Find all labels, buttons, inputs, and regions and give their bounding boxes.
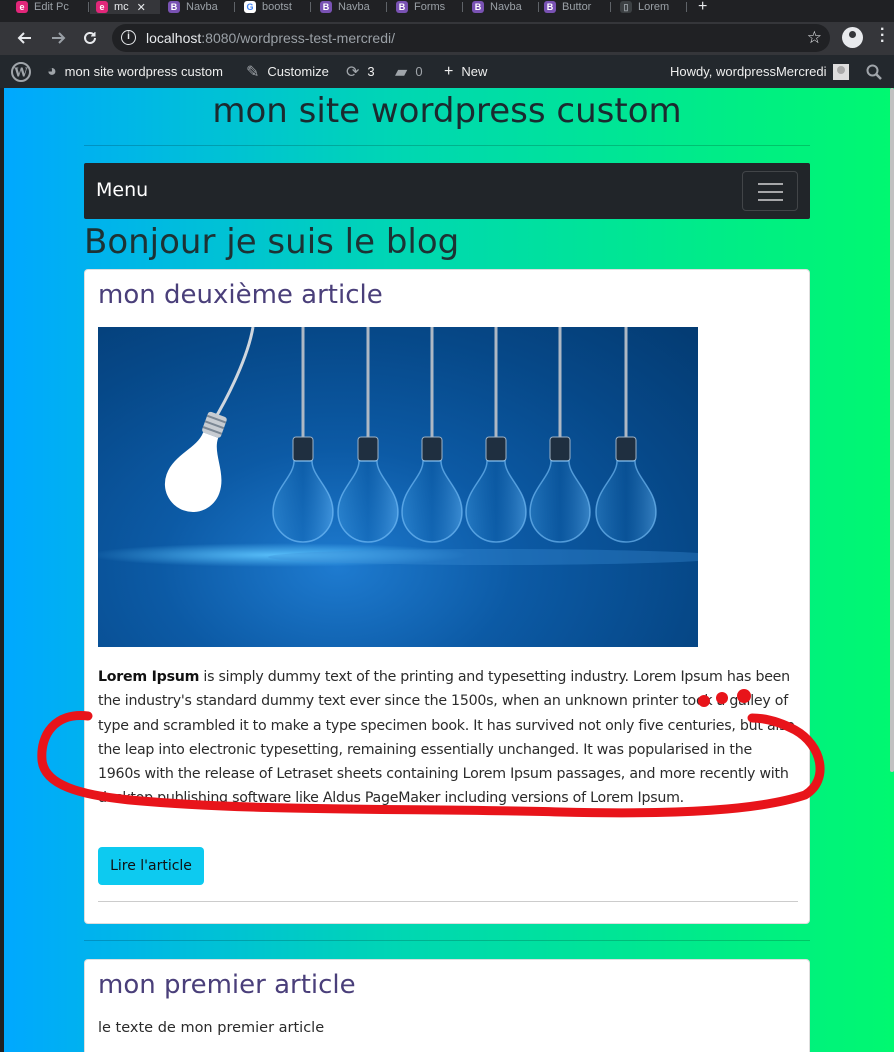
url-path: :8080/wordpress-test-mercredi/ bbox=[201, 30, 396, 46]
tab-label: Navba bbox=[490, 1, 522, 13]
updates-count: 3 bbox=[367, 64, 375, 79]
dashboard-icon: ◕ bbox=[47, 62, 57, 80]
back-arrow-icon[interactable] bbox=[15, 28, 35, 48]
tab-strip: e Edit Pc e mc ✕ B Navba G bootst B Navb… bbox=[0, 0, 894, 22]
post-card: mon deuxième article Lorem Ipsum is simp… bbox=[84, 269, 810, 924]
tab-1[interactable]: e Edit Pc bbox=[16, 0, 86, 14]
browser-toolbar: i localhost:8080/wordpress-test-mercredi… bbox=[0, 22, 894, 55]
tab-5[interactable]: B Navba bbox=[320, 0, 382, 14]
address-bar[interactable]: i localhost:8080/wordpress-test-mercredi… bbox=[112, 24, 830, 52]
post-body: le texte de mon premier article bbox=[98, 1020, 325, 1036]
kebab-menu-icon[interactable]: · · · bbox=[880, 22, 890, 50]
brush-icon: ✎ bbox=[246, 63, 260, 81]
tab-8[interactable]: B Buttor bbox=[544, 0, 606, 14]
tab-label: Lorem bbox=[638, 1, 670, 13]
comment-icon: ▰ bbox=[395, 63, 408, 81]
admin-site-link[interactable]: ◕ mon site wordpress custom bbox=[47, 55, 223, 88]
article-image bbox=[98, 327, 698, 647]
page-icon: ▯ bbox=[620, 1, 632, 13]
comments-link[interactable]: ▰ 0 bbox=[395, 55, 423, 88]
bootstrap-icon: B bbox=[320, 1, 332, 13]
star-icon[interactable]: ☆ bbox=[807, 28, 822, 48]
page-scrollbar[interactable] bbox=[890, 88, 894, 772]
new-label: New bbox=[461, 64, 488, 79]
tab-4[interactable]: G bootst bbox=[244, 0, 306, 14]
tab-2-active[interactable]: e mc ✕ bbox=[90, 0, 160, 14]
admin-site-name: mon site wordpress custom bbox=[64, 64, 223, 79]
google-icon: G bbox=[244, 1, 256, 13]
bootstrap-icon: B bbox=[168, 1, 180, 13]
url-text[interactable]: localhost:8080/wordpress-test-mercredi/ bbox=[146, 30, 395, 46]
post-body: is simply dummy text of the printing and… bbox=[98, 669, 795, 807]
search-icon[interactable] bbox=[866, 55, 882, 88]
plus-icon: + bbox=[698, 0, 708, 14]
user-avatar bbox=[832, 63, 849, 80]
tab-label: Navba bbox=[338, 1, 370, 13]
card-divider bbox=[98, 901, 798, 902]
read-article-button[interactable]: Lire l'article bbox=[98, 847, 204, 885]
reload-icon[interactable] bbox=[80, 28, 100, 48]
post-title[interactable]: mon premier article bbox=[98, 970, 356, 1000]
tab-label: Edit Pc bbox=[34, 1, 69, 13]
account-menu[interactable]: Howdy, wordpressMercredi bbox=[670, 55, 849, 88]
new-tab-button[interactable]: + bbox=[698, 0, 716, 14]
tab-3[interactable]: B Navba bbox=[168, 0, 230, 14]
comments-count: 0 bbox=[415, 64, 423, 79]
post-divider bbox=[84, 940, 810, 941]
bootstrap-icon: B bbox=[472, 1, 484, 13]
close-icon[interactable]: ✕ bbox=[137, 1, 146, 14]
plus-icon: + bbox=[444, 62, 454, 80]
navbar-toggler-button[interactable] bbox=[742, 171, 798, 211]
page-body: mon site wordpress custom Menu Bonjour j… bbox=[4, 88, 894, 1052]
blog-title: Bonjour je suis le blog bbox=[84, 222, 460, 262]
forward-arrow-icon[interactable] bbox=[48, 28, 68, 48]
url-host: localhost bbox=[146, 30, 202, 46]
tab-label: bootst bbox=[262, 1, 292, 13]
navbar: Menu bbox=[84, 163, 810, 219]
elementor-icon: e bbox=[16, 1, 28, 13]
bootstrap-icon: B bbox=[544, 1, 556, 13]
tab-label: Navba bbox=[186, 1, 218, 13]
post-card: mon premier article le texte de mon prem… bbox=[84, 959, 810, 1052]
tab-9[interactable]: ▯ Lorem bbox=[620, 0, 682, 14]
new-content-link[interactable]: + New bbox=[444, 55, 487, 88]
post-title[interactable]: mon deuxième article bbox=[98, 280, 383, 310]
wp-admin-bar: W ◕ mon site wordpress custom ✎ Customiz… bbox=[0, 55, 894, 88]
post-lead-bold: Lorem Ipsum bbox=[98, 669, 200, 685]
tab-label: Buttor bbox=[562, 1, 592, 13]
profile-avatar-icon[interactable] bbox=[842, 27, 863, 48]
svg-text:W: W bbox=[13, 65, 28, 79]
tab-label: mc bbox=[114, 1, 129, 13]
wordpress-logo-icon[interactable]: W bbox=[11, 55, 31, 88]
info-icon[interactable]: i bbox=[121, 30, 136, 45]
customize-link[interactable]: ✎ Customize bbox=[246, 55, 329, 88]
updates-link[interactable]: ⟳ 3 bbox=[346, 55, 375, 88]
bootstrap-icon: B bbox=[396, 1, 408, 13]
header-divider bbox=[84, 145, 810, 146]
tab-label: Forms bbox=[414, 1, 446, 13]
site-title[interactable]: mon site wordpress custom bbox=[4, 88, 890, 134]
howdy-text: Howdy, wordpressMercredi bbox=[670, 64, 827, 79]
navbar-brand[interactable]: Menu bbox=[96, 179, 148, 201]
updates-icon: ⟳ bbox=[346, 63, 360, 81]
post-excerpt: Lorem Ipsum is simply dummy text of the … bbox=[98, 665, 798, 811]
tab-7[interactable]: B Navba bbox=[472, 0, 534, 14]
tab-6[interactable]: B Forms bbox=[396, 0, 458, 14]
elementor-icon: e bbox=[96, 1, 108, 13]
customize-label: Customize bbox=[267, 64, 329, 79]
